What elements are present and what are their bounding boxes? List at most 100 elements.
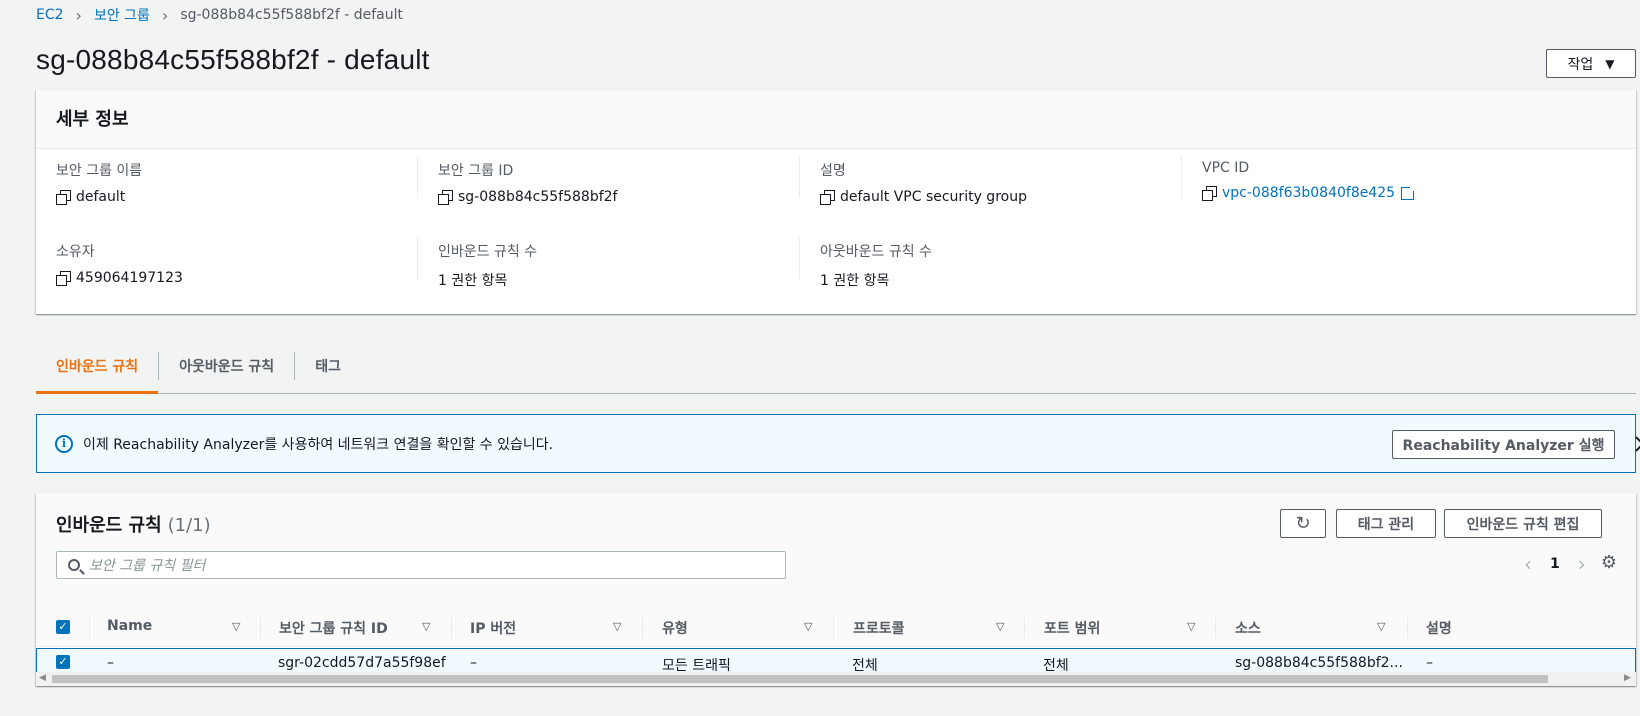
banner-message: 이제 Reachability Analyzer를 사용하여 네트워크 연결을 … [83,436,554,453]
field-sg-name: 보안 그룹 이름 default [56,160,142,205]
column-header-source[interactable]: 소스 [1235,618,1261,638]
sort-caret-icon[interactable]: ▽ [613,620,621,633]
field-label: 소유자 [56,244,95,260]
field-inbound-count: 인바운드 규칙 수 1 권한 항목 [438,241,537,290]
column-divider [799,237,800,279]
breadcrumb: EC2 › 보안 그룹 › sg-088b84c55f588bf2f - def… [36,5,403,25]
column-header-port-range[interactable]: 포트 범위 [1044,618,1100,638]
column-divider [417,237,418,279]
chevron-right-icon: › [161,5,169,25]
column-divider [260,617,261,639]
field-label: VPC ID [1202,160,1250,176]
breadcrumb-security-groups-link[interactable]: 보안 그룹 [94,5,150,25]
scroll-left-icon[interactable]: ◀ [39,673,46,683]
column-header-protocol[interactable]: 프로토콜 [853,618,905,638]
vpc-id-link[interactable]: vpc-088f63b0840f8e425 [1222,185,1395,201]
field-description: 설명 default VPC security group [820,160,1027,205]
breadcrumb-ec2-link[interactable]: EC2 [36,7,64,23]
sort-caret-icon[interactable]: ▽ [804,620,812,633]
copy-icon[interactable] [1202,186,1217,201]
tab-inbound-rules[interactable]: 인바운드 규칙 [36,343,159,394]
copy-icon[interactable] [56,271,71,286]
column-header-type[interactable]: 유형 [662,618,688,638]
sort-caret-icon[interactable]: ▽ [422,620,430,633]
cell-description: – [1426,655,1433,671]
rules-count: (1/1) [167,515,211,536]
pagination: ‹ 1 › [1524,552,1586,576]
column-header-name[interactable]: Name [107,618,152,638]
column-divider [417,156,418,198]
column-header-rule-id[interactable]: 보안 그룹 규칙 ID [279,618,388,638]
sort-caret-icon[interactable]: ▽ [996,620,1004,633]
chevron-right-icon: › [75,5,82,25]
tab-outbound-rules[interactable]: 아웃바운드 규칙 [159,343,294,393]
column-divider [799,156,800,198]
cell-name: – [107,655,114,671]
gear-icon[interactable]: ⚙ [1600,554,1618,572]
actions-button[interactable]: 작업 ▼ [1546,49,1636,78]
manage-tags-button[interactable]: 태그 관리 [1336,509,1436,538]
field-label: 설명 [820,163,846,179]
refresh-icon: ↻ [1295,513,1311,534]
table-header: ✓ Name ▽ 보안 그룹 규칙 ID ▽ IP 버전 ▽ 유형 ▽ 프로토콜… [36,608,1636,647]
search-input[interactable]: 보안 그룹 규칙 필터 [56,551,786,579]
field-owner: 소유자 459064197123 [56,241,183,286]
field-value: default [76,189,126,205]
search-placeholder: 보안 그룹 규칙 필터 [89,558,206,574]
column-divider [89,617,90,639]
info-banner: i 이제 Reachability Analyzer를 사용하여 네트워크 연결… [36,414,1636,473]
column-header-description[interactable]: 설명 [1426,618,1452,638]
search-icon [68,559,80,571]
caret-down-icon: ▼ [1605,56,1615,71]
sort-caret-icon[interactable]: ▽ [1377,620,1385,633]
close-icon[interactable] [1634,435,1640,453]
inbound-rules-panel: 인바운드 규칙 (1/1) ↻ 태그 관리 인바운드 규칙 편집 보안 그룹 규칙… [36,494,1636,686]
field-value: 1 권한 항목 [820,273,890,289]
horizontal-scrollbar[interactable]: ◀ ▶ [36,672,1636,686]
page-title: sg-088b84c55f588bf2f - default [36,44,430,75]
column-header-ip-version[interactable]: IP 버전 [470,618,516,638]
cell-rule-id: sgr-02cdd57d7a55f98ef [278,655,446,671]
copy-icon[interactable] [56,190,71,205]
field-label: 보안 그룹 이름 [56,163,143,179]
column-divider [642,617,643,639]
cell-ip-version: – [470,655,477,671]
edit-inbound-rules-button[interactable]: 인바운드 규칙 편집 [1444,509,1602,538]
page-number[interactable]: 1 [1550,556,1560,572]
field-outbound-count: 아웃바운드 규칙 수 1 권한 항목 [820,241,932,290]
refresh-button[interactable]: ↻ [1280,509,1326,538]
field-label: 아웃바운드 규칙 수 [820,244,932,260]
column-divider [1215,617,1216,639]
scroll-right-icon[interactable]: ▶ [1624,673,1631,683]
field-value: default VPC security group [840,189,1027,205]
select-all-checkbox[interactable]: ✓ [56,620,70,634]
field-label: 보안 그룹 ID [438,163,514,179]
column-divider [1407,617,1408,639]
sort-caret-icon[interactable]: ▽ [1187,620,1195,633]
copy-icon[interactable] [438,190,453,205]
tab-bar: 인바운드 규칙 아웃바운드 규칙 태그 [36,343,1636,394]
row-checkbox[interactable]: ✓ [56,655,70,669]
breadcrumb-current: sg-088b84c55f588bf2f - default [180,7,404,23]
copy-icon[interactable] [820,190,835,205]
column-divider [451,617,452,639]
run-reachability-analyzer-button[interactable]: Reachability Analyzer 실행 [1392,430,1615,459]
chevron-right-icon[interactable]: › [1578,552,1586,576]
scrollbar-thumb[interactable] [52,675,1548,683]
info-icon: i [55,434,73,453]
column-divider [1024,617,1025,639]
rules-title-text: 인바운드 규칙 [56,515,162,536]
details-heading: 세부 정보 [36,90,1636,149]
chevron-left-icon[interactable]: ‹ [1524,552,1532,576]
cell-source: sg-088b84c55f588bf2... [1235,655,1403,671]
column-divider [1181,156,1182,198]
column-divider [833,617,834,639]
tab-tags[interactable]: 태그 [295,343,361,393]
external-link-icon [1401,184,1417,200]
actions-label: 작업 [1567,56,1594,73]
field-value: 1 권한 항목 [438,273,508,289]
field-label: 인바운드 규칙 수 [438,244,538,260]
rules-title: 인바운드 규칙 (1/1) [56,511,211,537]
field-value: sg-088b84c55f588bf2f [458,189,618,205]
sort-caret-icon[interactable]: ▽ [232,620,240,633]
